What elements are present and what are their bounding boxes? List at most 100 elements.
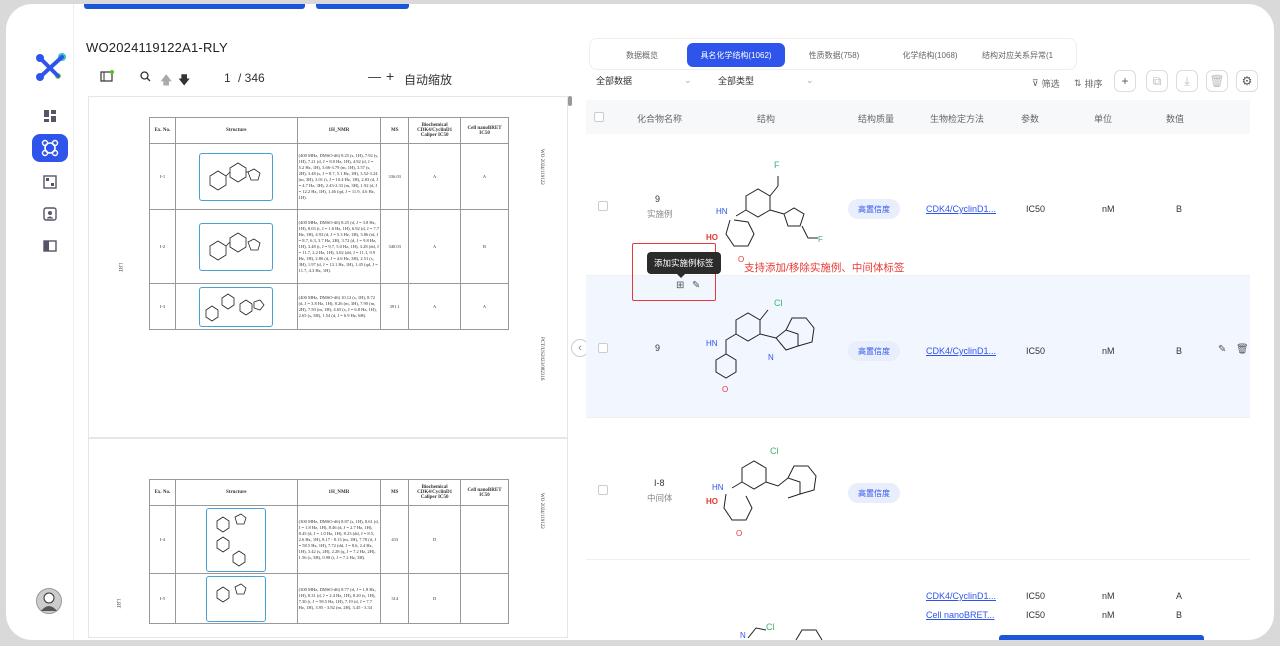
col-structure: Structure (174, 117, 298, 144)
nmr-text: (300 MHz, DMSO-d6) 8.77 (d, J = 1.8 Hz, … (296, 573, 382, 624)
trash-icon[interactable]: 🗑 (1236, 344, 1249, 355)
row-checkbox[interactable] (598, 485, 608, 495)
structure-cell (174, 283, 298, 330)
ms-value: 340.03 (380, 209, 410, 284)
structure-image[interactable] (206, 507, 267, 572)
table-row[interactable]: N Cl CDK4/CyclinD1... IC50 nM A Cell nan… (586, 560, 1250, 640)
document-page-2: Ex. No. Structure 1H_NMR MS Biochemical … (88, 438, 568, 638)
sort-label: 排序 (1084, 78, 1103, 89)
page-header-side: WO 2024/119122 (539, 149, 544, 185)
param-value: IC50 (1026, 346, 1046, 356)
unit-value: nM (1102, 591, 1115, 601)
add-tag-icon[interactable]: ⊞ (676, 280, 684, 291)
filter-button[interactable]: ⊽ 筛选 (1032, 72, 1060, 94)
next-page-icon[interactable]: 🡇 (178, 71, 190, 92)
monitor-icon: ⧉ (1152, 73, 1162, 88)
nmr-text: (400 MHz, DMSO-d6) 8.25 (s, 1H), 7.92 (s… (296, 143, 382, 210)
structure-cell (174, 573, 298, 624)
sidebar-toggle-icon[interactable] (100, 70, 114, 85)
page-side-label-2: LRT (115, 599, 120, 609)
atom-n: N (740, 631, 746, 640)
structure-image[interactable] (199, 222, 274, 271)
structure-image[interactable]: N Cl (726, 590, 836, 640)
atom-hn: HN (716, 207, 728, 216)
ex-no: I-5 (149, 573, 176, 624)
document-title: WO2024119122A1-RLY (86, 40, 228, 55)
tab-property-data[interactable]: 性质数据(758) (794, 43, 874, 67)
compound-name: I-8 (654, 478, 665, 488)
bio-value: A (408, 209, 462, 284)
data-filter-select[interactable]: 全部数据 (596, 74, 632, 87)
tooltip: 添加实施例标签 (647, 252, 721, 278)
sidebar (6, 4, 74, 640)
search-icon[interactable] (140, 71, 151, 85)
value-cell: A (1176, 591, 1183, 601)
compare-button[interactable]: ⧉ (1146, 70, 1168, 92)
page-header-pct: PCT/US2023/082316 (539, 337, 544, 381)
sort-icon: ⇅ (1074, 77, 1082, 88)
select-all-checkbox[interactable] (594, 112, 604, 122)
avatar[interactable] (36, 588, 62, 614)
edit-icon[interactable]: ✎ (1218, 344, 1226, 355)
filter-icon: ⊽ (1032, 77, 1039, 88)
tab-overview[interactable]: 数据概览 (602, 43, 682, 67)
document-toolbar: 🡅 🡇 1 / 346 — + 自动缩放 (86, 68, 576, 90)
table-row[interactable]: I-8 中间体 Cl HN HO O 高置信度 (586, 418, 1250, 560)
bio-value: A (408, 143, 462, 210)
edit-tag-icon[interactable]: ✎ (692, 280, 700, 291)
settings-button[interactable]: ⚙ (1236, 70, 1258, 92)
tab-named-structures[interactable]: 具名化学结构(1062) (687, 43, 785, 67)
sort-button[interactable]: ⇅ 排序 (1074, 72, 1103, 94)
col-nmr: 1H_NMR (296, 479, 382, 506)
col-quality: 结构质量 (858, 114, 895, 124)
page-total: / 346 (238, 71, 265, 85)
page-header-side-2: WO 2024/119122 (539, 493, 544, 529)
zoom-in-button[interactable]: + (386, 68, 394, 84)
trash-icon: 🗑 (1209, 74, 1225, 88)
structure-image[interactable]: F HN HO O F (706, 154, 836, 274)
structure-image[interactable] (199, 286, 274, 327)
assay-link[interactable]: CDK4/CyclinD1... (926, 346, 996, 356)
structure-image[interactable]: Cl HN HO O (706, 438, 836, 548)
type-filter-select[interactable]: 全部类型 (718, 74, 754, 87)
col-cell: Cell nanoBRET IC50 (460, 479, 509, 506)
atom-hn: HN (706, 339, 718, 348)
ms-value: 314 (380, 573, 410, 624)
col-bio: Biochemical CDK4/CyclinD1 Caliper IC50 (408, 117, 462, 144)
unit-value: nM (1102, 204, 1115, 214)
page-number-input[interactable]: 1 (224, 71, 231, 85)
value-cell-2: B (1176, 610, 1183, 620)
compound-tag[interactable]: 实施例 (647, 208, 673, 220)
chevron-down-icon: ⌄ (806, 75, 814, 85)
row-checkbox[interactable] (598, 343, 608, 353)
structure-image[interactable]: Cl HN O N (706, 290, 846, 414)
assay-link[interactable]: CDK4/CyclinD1... (926, 204, 996, 214)
zoom-out-button[interactable]: — (368, 69, 381, 84)
document-scrollbar[interactable] (568, 96, 572, 106)
zoom-select[interactable]: 自动缩放 (404, 71, 452, 88)
table-row: I-3 (400 MHz, DMSO-d6) 10.12 (s, 1H), 8.… (149, 283, 509, 330)
nav-book-icon[interactable] (32, 232, 68, 260)
atom-ho: HO (706, 497, 718, 506)
compound-tag[interactable]: 中间体 (647, 492, 673, 504)
table-header: 化合物名称 结构 结构质量 生物检定方法 参数 单位 数值 (586, 100, 1250, 134)
tab-chemical-structures[interactable]: 化学结构(1068) (886, 43, 974, 67)
tab-structure-anomalies[interactable]: 结构对应关系异常(1 (982, 43, 1072, 67)
download-button[interactable]: ⤓ (1176, 70, 1198, 92)
col-assay: 生物检定方法 (930, 114, 985, 124)
delete-button[interactable]: 🗑 (1206, 70, 1228, 92)
structure-image[interactable] (199, 152, 274, 201)
assay-link[interactable]: CDK4/CyclinD1... (926, 591, 996, 601)
row-checkbox[interactable] (598, 201, 608, 211)
filter-label: 筛选 (1041, 78, 1060, 89)
structure-image[interactable] (206, 575, 267, 622)
prev-page-icon[interactable]: 🡅 (160, 71, 172, 92)
nav-grid-icon[interactable] (32, 168, 68, 196)
bio-value: D (408, 505, 462, 574)
nav-molecule-icon[interactable] (32, 134, 68, 162)
add-button[interactable]: + (1114, 70, 1136, 92)
app-window: WO2024119122A1-RLY 🡅 🡇 1 / 346 — + 自动缩放 … (6, 4, 1274, 640)
assay-link-2[interactable]: Cell nanoBRET... (926, 610, 995, 620)
nav-user-icon[interactable] (32, 200, 68, 228)
nav-dashboard-icon[interactable] (32, 102, 68, 130)
